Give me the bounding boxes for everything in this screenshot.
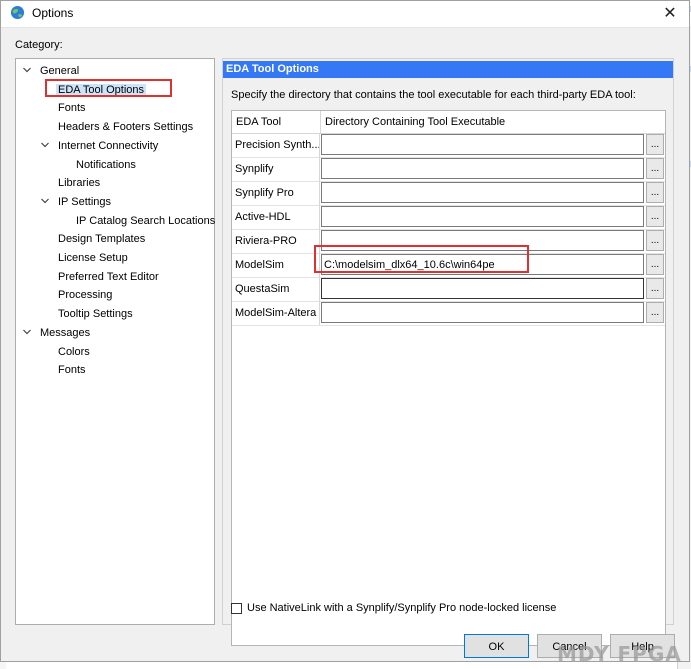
nativelink-label: Use NativeLink with a Synplify/Synplify …: [247, 602, 557, 614]
panel-description: Specify the directory that contains the …: [231, 89, 636, 101]
chevron-down-icon[interactable]: [40, 196, 50, 206]
tool-name: Synplify Pro: [232, 181, 320, 205]
tool-directory-input[interactable]: [321, 230, 644, 251]
tree-item[interactable]: License Setup: [40, 249, 130, 267]
tree-item[interactable]: General: [22, 62, 81, 80]
tool-row: Precision Synth......: [232, 133, 665, 158]
tool-name: QuestaSim: [232, 277, 320, 301]
browse-button[interactable]: ...: [646, 230, 664, 251]
tree-item-label: Preferred Text Editor: [58, 270, 159, 283]
tree-item[interactable]: Notifications: [58, 156, 138, 174]
eda-tool-options-panel: EDA Tool Options Specify the directory t…: [222, 58, 674, 646]
browse-button[interactable]: ...: [646, 134, 664, 155]
tool-name: Active-HDL: [232, 205, 320, 229]
tree-item-label: Processing: [58, 289, 113, 302]
tree-item[interactable]: IP Settings: [40, 193, 113, 211]
panel-header: EDA Tool Options: [223, 61, 673, 78]
tool-name: ModelSim-Altera: [232, 301, 320, 325]
tree-item-label: Notifications: [76, 158, 136, 171]
tool-directory-input[interactable]: [321, 182, 644, 203]
tree-item-label: Design Templates: [58, 233, 146, 246]
globe-icon: [10, 5, 25, 20]
chevron-down-icon[interactable]: [22, 65, 32, 75]
nativelink-option[interactable]: Use NativeLink with a Synplify/Synplify …: [231, 602, 556, 614]
category-tree[interactable]: General EDA Tool Options Fonts Headers & Fo…: [15, 58, 215, 625]
tree-item[interactable]: IP Catalog Search Locations: [58, 212, 217, 230]
tree-item-label: Headers & Footers Settings: [58, 121, 194, 134]
tree-item[interactable]: Processing: [40, 286, 114, 304]
tree-item[interactable]: Fonts: [40, 99, 88, 117]
close-button[interactable]: ✕: [651, 1, 689, 25]
tree-item[interactable]: Tooltip Settings: [40, 305, 135, 323]
browse-button[interactable]: ...: [646, 206, 664, 227]
tool-row: ModelSim...: [232, 253, 665, 278]
chevron-down-icon[interactable]: [40, 140, 50, 150]
tree-item-label: EDA Tool Options: [56, 83, 147, 96]
tool-name: Riviera-PRO: [232, 229, 320, 253]
tree-item[interactable]: Fonts: [40, 361, 88, 379]
tool-directory-input[interactable]: [321, 302, 644, 323]
tool-row: QuestaSim...: [232, 277, 665, 302]
column-header-eda-tool: EDA Tool: [236, 116, 282, 128]
tree-item[interactable]: Headers & Footers Settings: [40, 118, 195, 136]
tree-item-label: License Setup: [58, 252, 128, 264]
ok-button[interactable]: OK: [464, 634, 529, 658]
tree-item-label: Fonts: [58, 102, 86, 115]
eda-tool-grid: EDA Tool Directory Containing Tool Execu…: [231, 110, 666, 646]
tool-directory-input[interactable]: [321, 278, 644, 299]
nativelink-checkbox[interactable]: [231, 602, 242, 614]
tree-item-label: Libraries: [58, 177, 101, 190]
tool-row: Synplify Pro...: [232, 181, 665, 206]
tree-item-label: Internet Connectivity: [58, 139, 159, 152]
tree-item-label: Fonts: [58, 364, 86, 377]
tool-row: Riviera-PRO...: [232, 229, 665, 254]
browse-button[interactable]: ...: [646, 182, 664, 203]
tree-item[interactable]: Design Templates: [40, 230, 147, 248]
tree-item[interactable]: Colors: [40, 343, 92, 361]
column-separator: [320, 111, 321, 133]
tree-item-label: IP Catalog Search Locations: [76, 214, 216, 227]
browse-button[interactable]: ...: [646, 158, 664, 179]
tree-item[interactable]: Internet Connectivity: [40, 137, 160, 155]
options-dialog: Options ✕ Category: General EDA Tool Opti…: [0, 0, 690, 662]
browse-button[interactable]: ...: [646, 302, 664, 323]
tree-item[interactable]: Preferred Text Editor: [40, 268, 161, 286]
tool-directory-input[interactable]: [321, 254, 644, 275]
category-label: Category:: [15, 39, 63, 51]
chevron-down-icon[interactable]: [22, 327, 32, 337]
tree-item[interactable]: EDA Tool Options: [40, 81, 147, 99]
watermark-text: MDY FPGA: [557, 642, 682, 666]
tool-row: Synplify...: [232, 157, 665, 182]
tree-item-label: IP Settings: [58, 195, 111, 208]
close-icon: ✕: [663, 5, 677, 22]
tool-name: Precision Synth...: [232, 133, 320, 157]
tree-item[interactable]: Messages: [22, 324, 92, 342]
tool-row: Active-HDL...: [232, 205, 665, 230]
tree-item-label: Tooltip Settings: [58, 308, 133, 321]
tree-item-label: Messages: [40, 326, 91, 339]
tool-directory-input[interactable]: [321, 134, 644, 155]
browse-button[interactable]: ...: [646, 278, 664, 299]
tool-directory-input[interactable]: [321, 158, 644, 179]
tool-name: ModelSim: [232, 253, 320, 277]
tool-row: ModelSim-Altera...: [232, 301, 665, 326]
title-bar: Options ✕: [1, 1, 689, 28]
browse-button[interactable]: ...: [646, 254, 664, 275]
tool-name: Synplify: [232, 157, 320, 181]
tree-item-label: Colors: [58, 345, 90, 358]
column-header-directory: Directory Containing Tool Executable: [325, 116, 506, 128]
tool-directory-input[interactable]: [321, 206, 644, 227]
grid-header: EDA Tool Directory Containing Tool Execu…: [232, 111, 665, 134]
tree-item-label: General: [40, 65, 80, 77]
window-title: Options: [32, 6, 74, 20]
tree-item[interactable]: Libraries: [40, 174, 102, 192]
